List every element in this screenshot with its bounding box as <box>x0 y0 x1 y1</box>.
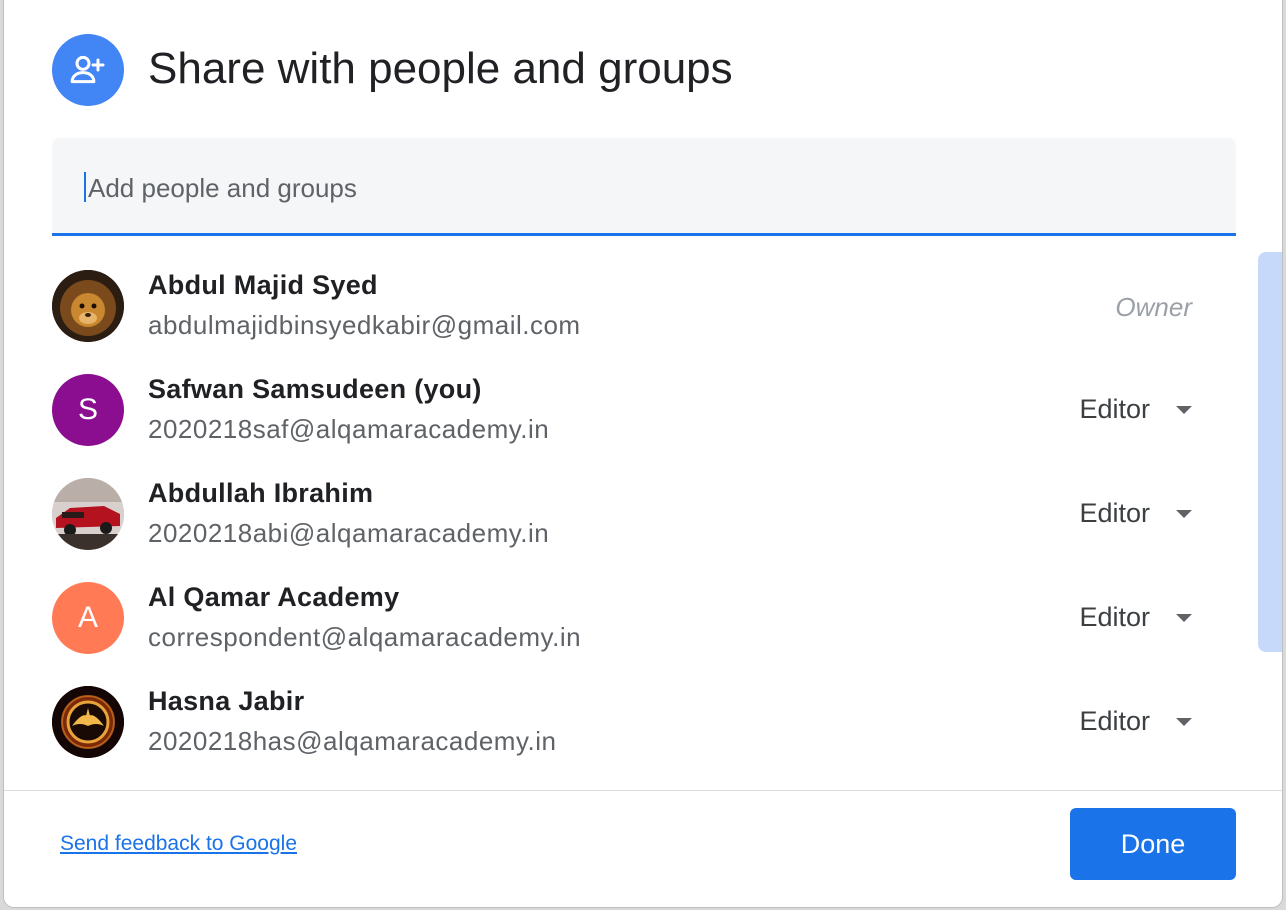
list-item: Hasna Jabir 2020218has@alqamaracademy.in… <box>52 668 1212 772</box>
list-item: S Safwan Samsudeen (you) 2020218saf@alqa… <box>52 356 1212 460</box>
lion-photo-icon <box>52 270 124 342</box>
role-dropdown[interactable]: Editor <box>1079 498 1192 529</box>
people-list: Abdul Majid Syed abdulmajidbinsyedkabir@… <box>52 252 1212 772</box>
person-email: abdulmajidbinsyedkabir@gmail.com <box>148 310 581 340</box>
role-label: Editor <box>1079 394 1150 424</box>
person-name: Al Qamar Academy <box>148 582 400 612</box>
dropdown-arrow-icon <box>1176 509 1192 518</box>
list-item: Abdullah Ibrahim 2020218abi@alqamaracade… <box>52 460 1212 564</box>
role-label: Editor <box>1079 602 1150 632</box>
done-button[interactable]: Done <box>1070 808 1236 880</box>
person-add-icon <box>52 34 124 106</box>
person-email: 2020218has@alqamaracademy.in <box>148 726 557 756</box>
avatar: S <box>52 374 124 446</box>
person-name: Safwan Samsudeen (you) <box>148 374 482 404</box>
avatar <box>52 686 124 758</box>
avatar <box>52 270 124 342</box>
person-name: Abdullah Ibrahim <box>148 478 374 508</box>
avatar <box>52 478 124 550</box>
owner-label: Owner <box>1115 292 1192 322</box>
avatar-letter: S <box>77 393 98 426</box>
role-dropdown[interactable]: Editor <box>1079 706 1192 737</box>
person-name: Hasna Jabir <box>148 686 305 716</box>
scrollbar[interactable] <box>1258 252 1282 652</box>
role-label: Editor <box>1079 706 1150 736</box>
dropdown-arrow-icon <box>1176 613 1192 622</box>
person-email: 2020218saf@alqamaracademy.in <box>148 414 550 444</box>
mockingjay-photo-icon <box>52 686 124 758</box>
add-people-input[interactable] <box>86 160 1210 216</box>
list-item: A Al Qamar Academy correspondent@alqamar… <box>52 564 1212 668</box>
dialog-title: Share with people and groups <box>148 44 733 93</box>
avatar: A <box>52 582 124 654</box>
share-dialog: Share with people and groups Abdul Majid… <box>4 0 1282 907</box>
send-feedback-link[interactable]: Send feedback to Google <box>60 832 297 856</box>
role-label: Editor <box>1079 498 1150 528</box>
list-item: Abdul Majid Syed abdulmajidbinsyedkabir@… <box>52 252 1212 356</box>
person-name: Abdul Majid Syed <box>148 270 378 300</box>
person-email: correspondent@alqamaracademy.in <box>148 622 582 652</box>
dropdown-arrow-icon <box>1176 405 1192 414</box>
avatar-letter: A <box>77 601 98 634</box>
role-dropdown[interactable]: Editor <box>1079 394 1192 425</box>
role-dropdown[interactable]: Editor <box>1079 602 1192 633</box>
person-email: 2020218abi@alqamaracademy.in <box>148 518 550 548</box>
add-people-field[interactable] <box>52 138 1236 236</box>
footer-divider <box>4 790 1282 791</box>
dropdown-arrow-icon <box>1176 717 1192 726</box>
car-photo-icon <box>52 478 124 550</box>
